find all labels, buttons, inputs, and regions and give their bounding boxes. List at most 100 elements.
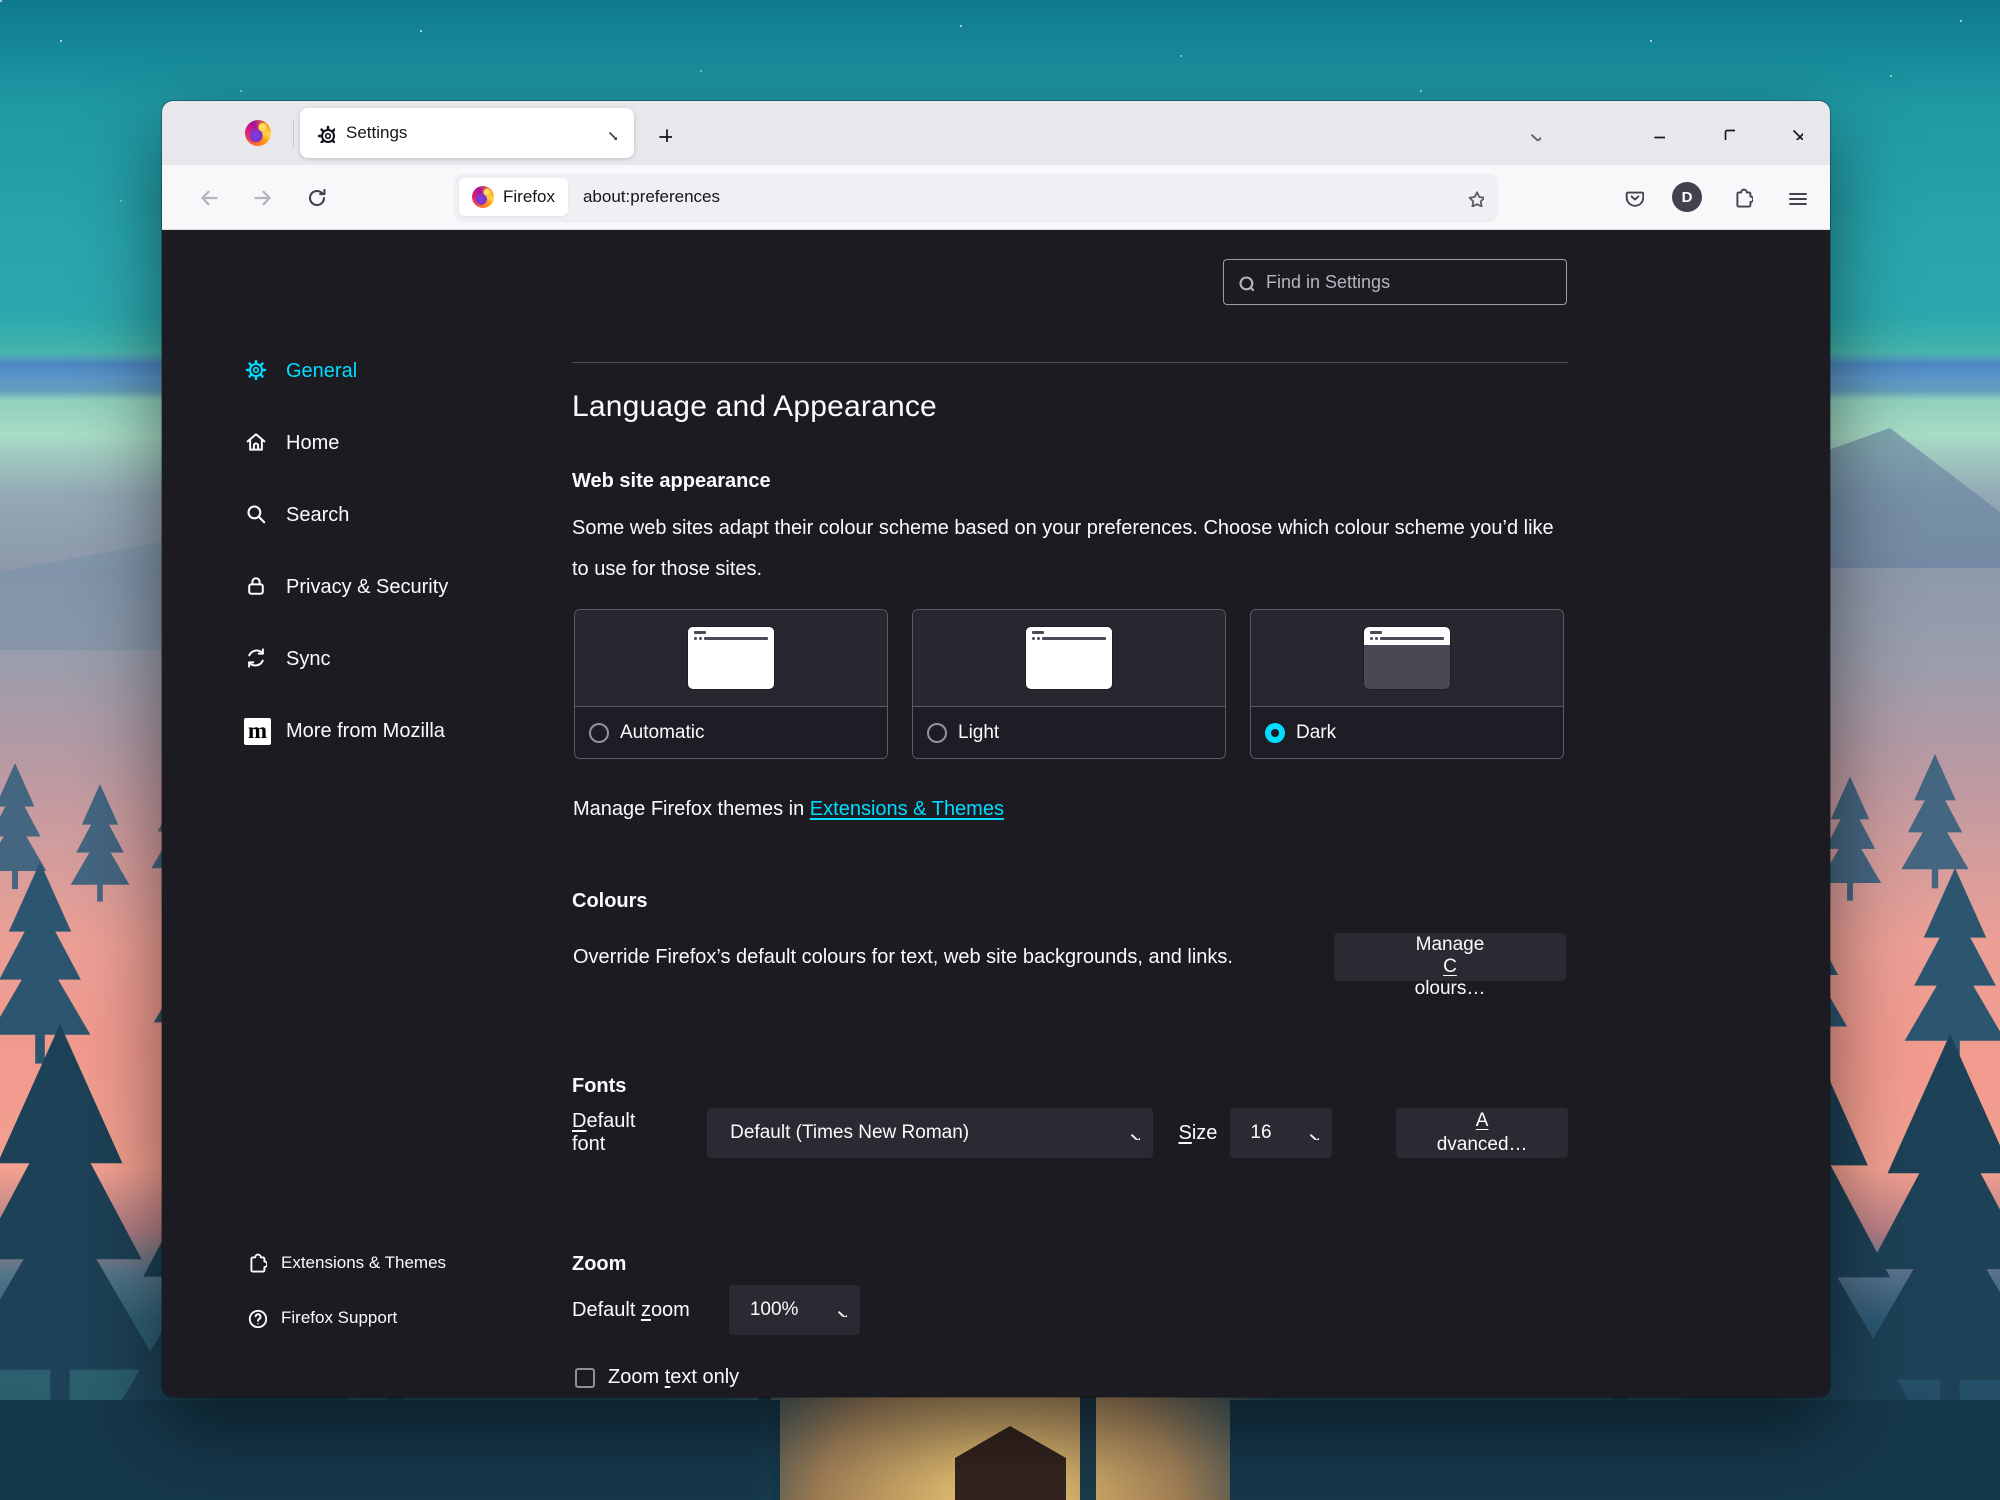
sidebar-item-general[interactable]: General bbox=[162, 335, 572, 407]
firefox-logo-icon bbox=[245, 120, 271, 146]
tab-bar: Settings bbox=[162, 101, 1830, 165]
sidebar-item-search[interactable]: Search bbox=[162, 479, 572, 551]
advanced-fonts-button[interactable]: Advanced… bbox=[1396, 1108, 1568, 1158]
sidebar-item-label: Search bbox=[286, 504, 349, 527]
sidebar-item-label: Sync bbox=[286, 648, 330, 671]
close-icon bbox=[604, 127, 617, 140]
tab-settings[interactable]: Settings bbox=[300, 108, 634, 158]
reload-icon bbox=[305, 186, 327, 208]
radio-label: Automatic bbox=[620, 722, 704, 744]
tab-close-button[interactable] bbox=[596, 119, 624, 147]
radio-light[interactable] bbox=[927, 723, 947, 743]
tab-title: Settings bbox=[346, 123, 596, 143]
url-bar[interactable]: Firefox about:preferences bbox=[455, 174, 1497, 220]
default-font-dropdown[interactable]: Default (Times New Roman) bbox=[707, 1108, 1153, 1158]
home-icon bbox=[244, 430, 271, 457]
sidebar-item-label: Privacy & Security bbox=[286, 576, 448, 599]
sync-icon bbox=[244, 646, 271, 673]
tab-separator bbox=[293, 119, 294, 147]
zoom-text-only-row: Zoom text only bbox=[575, 1366, 739, 1389]
extensions-button[interactable] bbox=[1725, 182, 1759, 212]
mozilla-icon: m bbox=[244, 718, 271, 745]
radio-label: Dark bbox=[1296, 722, 1336, 744]
firefox-window: Settings bbox=[162, 101, 1830, 1397]
default-zoom-dropdown[interactable]: 100% bbox=[729, 1285, 860, 1335]
default-zoom-label: Default zoom bbox=[572, 1299, 690, 1322]
browser-thumbnail-dark-icon bbox=[1364, 627, 1450, 689]
forward-arrow-icon bbox=[251, 186, 273, 208]
pocket-button[interactable] bbox=[1616, 182, 1650, 212]
star-icon bbox=[1465, 188, 1484, 207]
size-label: Size bbox=[1178, 1122, 1217, 1145]
pocket-icon bbox=[1623, 187, 1644, 208]
zoom-row: Default zoom 100% bbox=[572, 1285, 860, 1335]
search-icon bbox=[1236, 273, 1254, 291]
sidebar-item-more-from-mozilla[interactable]: m More from Mozilla bbox=[162, 695, 572, 767]
theme-option-row: Dark bbox=[1251, 707, 1563, 759]
sidebar-nav: General Home Search Privacy & Security bbox=[162, 335, 572, 767]
default-font-label: Default font bbox=[572, 1110, 674, 1156]
back-button[interactable] bbox=[190, 179, 226, 215]
chevron-down-icon bbox=[833, 1303, 847, 1317]
font-size-dropdown[interactable]: 16 bbox=[1230, 1108, 1332, 1158]
window-minimize-button[interactable] bbox=[1634, 111, 1680, 153]
default-zoom-value: 100% bbox=[750, 1299, 799, 1321]
firefox-logo-icon bbox=[472, 186, 494, 208]
site-identity-chip[interactable]: Firefox bbox=[459, 178, 568, 216]
sidebar-item-firefox-support[interactable]: Firefox Support bbox=[162, 1290, 572, 1345]
sidebar-footer: Extensions & Themes Firefox Support bbox=[162, 1235, 572, 1345]
section-divider bbox=[572, 362, 1568, 363]
radio-automatic[interactable] bbox=[589, 723, 609, 743]
sidebar-item-home[interactable]: Home bbox=[162, 407, 572, 479]
sidebar-item-privacy-security[interactable]: Privacy & Security bbox=[162, 551, 572, 623]
list-all-tabs-button[interactable] bbox=[1514, 115, 1552, 151]
browser-thumbnail-light-icon bbox=[1026, 627, 1112, 689]
bookmark-star-button[interactable] bbox=[1459, 182, 1489, 212]
theme-preview bbox=[575, 610, 887, 707]
appearance-option-automatic[interactable]: Automatic bbox=[574, 609, 888, 759]
app-menu-button[interactable] bbox=[1779, 182, 1813, 212]
puzzle-icon bbox=[246, 1252, 267, 1273]
window-maximize-button[interactable] bbox=[1704, 111, 1750, 153]
sidebar-item-label: Home bbox=[286, 432, 339, 455]
lock-icon bbox=[244, 574, 271, 601]
forward-button[interactable] bbox=[244, 179, 280, 215]
settings-sidebar: General Home Search Privacy & Security bbox=[162, 230, 572, 1397]
find-in-settings[interactable] bbox=[1223, 259, 1567, 305]
website-appearance-description: Some web sites adapt their colour scheme… bbox=[572, 508, 1572, 590]
window-close-button[interactable] bbox=[1772, 111, 1818, 153]
plus-icon bbox=[655, 125, 672, 142]
appearance-options: Automatic Light bbox=[574, 609, 1564, 759]
navigation-toolbar: Firefox about:preferences D bbox=[162, 165, 1830, 230]
sidebar-item-extensions-themes[interactable]: Extensions & Themes bbox=[162, 1235, 572, 1290]
site-identity-label: Firefox bbox=[503, 187, 555, 207]
chevron-down-icon bbox=[1305, 1126, 1319, 1140]
zoom-text-only-checkbox[interactable] bbox=[575, 1368, 595, 1388]
font-size-value: 16 bbox=[1250, 1122, 1271, 1144]
extensions-themes-link[interactable]: Extensions & Themes bbox=[810, 798, 1004, 820]
new-tab-button[interactable] bbox=[645, 115, 681, 151]
fonts-heading: Fonts bbox=[572, 1075, 626, 1098]
maximize-icon bbox=[1720, 125, 1735, 140]
appearance-option-light[interactable]: Light bbox=[912, 609, 1226, 759]
reload-button[interactable] bbox=[298, 179, 334, 215]
radio-dark[interactable] bbox=[1265, 723, 1285, 743]
theme-option-row: Light bbox=[913, 707, 1225, 759]
settings-main: Language and Appearance Web site appeara… bbox=[572, 230, 1568, 1397]
zoom-heading: Zoom bbox=[572, 1253, 626, 1276]
find-in-settings-input[interactable] bbox=[1264, 271, 1566, 294]
sidebar-item-sync[interactable]: Sync bbox=[162, 623, 572, 695]
chevron-down-icon bbox=[1126, 1126, 1140, 1140]
minimize-icon bbox=[1650, 125, 1665, 140]
sidebar-item-label: Firefox Support bbox=[281, 1308, 397, 1328]
help-icon bbox=[246, 1307, 267, 1328]
account-avatar[interactable]: D bbox=[1672, 182, 1702, 212]
manage-themes-line: Manage Firefox themes in Extensions & Th… bbox=[573, 798, 1004, 821]
zoom-text-only-label: Zoom text only bbox=[608, 1366, 739, 1389]
manage-colours-button[interactable]: Manage Colours… bbox=[1334, 933, 1566, 981]
close-icon bbox=[1788, 125, 1803, 140]
appearance-option-dark[interactable]: Dark bbox=[1250, 609, 1564, 759]
default-font-value: Default (Times New Roman) bbox=[730, 1122, 969, 1144]
back-arrow-icon bbox=[197, 186, 219, 208]
gear-icon bbox=[244, 358, 271, 385]
